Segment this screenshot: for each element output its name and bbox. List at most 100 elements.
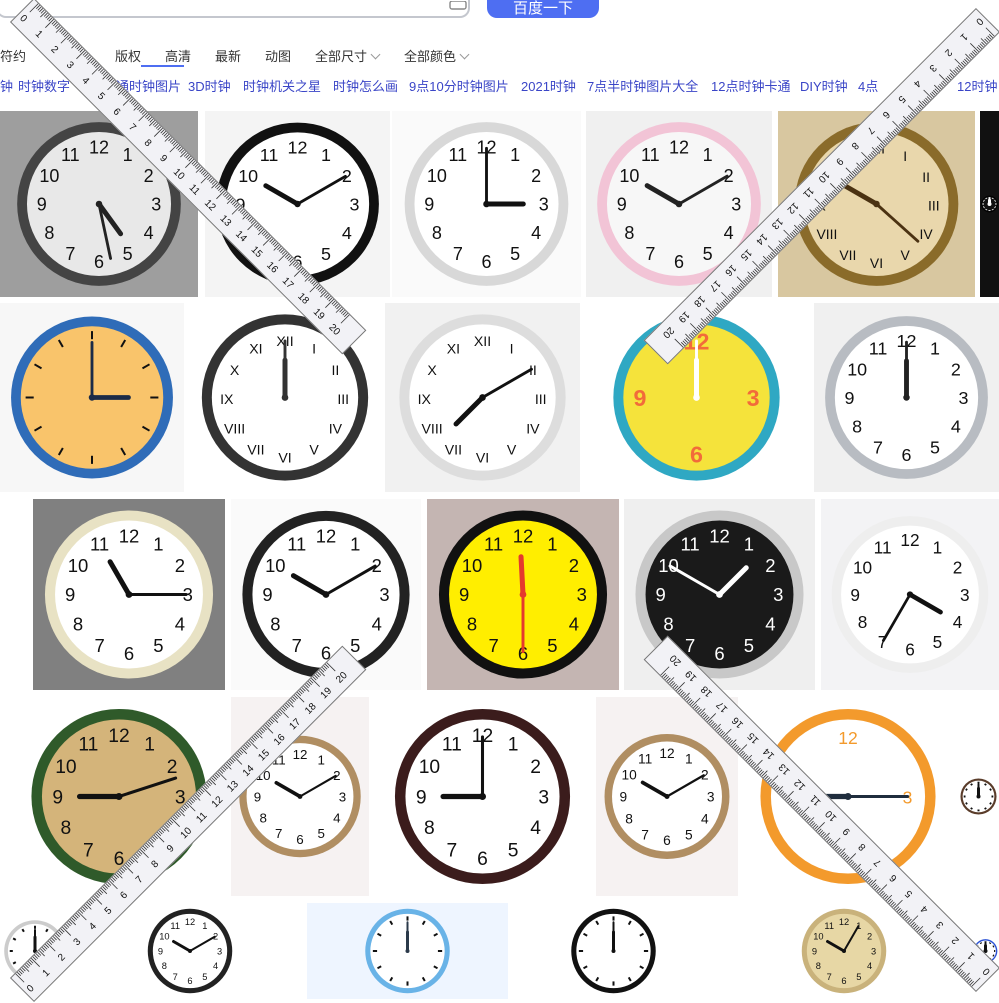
ruler-tick (189, 158, 193, 162)
related-tag[interactable]: 2021时钟 (521, 76, 576, 95)
ruler-tick (795, 229, 799, 233)
related-tag[interactable]: 12时钟 (957, 76, 997, 95)
ruler-tick (118, 89, 124, 95)
ruler-tick (933, 90, 937, 94)
related-tag[interactable]: 钟 (0, 76, 13, 95)
image-result-clock-yellow-red-hands[interactable]: 121234567891011 (427, 499, 619, 690)
clock-numeral: 10 (159, 932, 169, 942)
image-result-clock-alarm-cream[interactable]: 121234567891011 (33, 499, 225, 690)
ruler-tick-label: 13 (777, 761, 793, 777)
ruler-tick (259, 228, 263, 232)
related-tag[interactable]: 9点10分时钟图片 (409, 76, 509, 95)
image-result-clock-blue-orange-icon[interactable] (0, 303, 184, 492)
ruler-tick (809, 215, 813, 219)
ruler-tick (116, 85, 120, 89)
related-tag[interactable]: DIY时钟 (800, 76, 848, 95)
ruler-tick (840, 848, 846, 854)
filter-animated[interactable]: 动图 (265, 46, 291, 65)
ruler-tick (903, 116, 909, 122)
image-result-clock-silver-rim[interactable]: 121234567891011 (814, 303, 999, 492)
image-result-clock-orange-rim[interactable]: 123 (743, 697, 953, 896)
image-result-clock-brown-row[interactable] (958, 697, 999, 896)
ruler-tick-label: 18 (295, 291, 311, 307)
clock-numeral: 5 (933, 632, 943, 652)
image-result-clock-partial-black[interactable] (980, 111, 999, 297)
ruler-tick (325, 664, 329, 668)
ruler-tick (251, 739, 255, 743)
ruler-tick (743, 280, 747, 284)
ruler-tick-label: 9 (841, 825, 853, 837)
ruler-tick (129, 860, 133, 864)
ruler-tick (212, 778, 216, 782)
clock-numeral: IX (220, 391, 234, 407)
image-result-clock-dark-red-rim[interactable]: 121234567891011 (373, 697, 592, 896)
ruler-tick (854, 170, 858, 174)
ruler-tick-label: 5 (903, 887, 915, 899)
ruler-tick (71, 43, 77, 49)
ruler-tick (165, 134, 169, 138)
ruler-tick (99, 67, 103, 71)
ruler-tick (671, 683, 675, 687)
ruler-tick (813, 210, 817, 214)
ruler-tick (762, 771, 768, 777)
ruler-tick (822, 833, 826, 837)
ruler-tick (176, 814, 180, 818)
search-input[interactable] (0, 0, 470, 18)
ruler-tick (735, 746, 739, 750)
ruler-tick (856, 163, 862, 169)
related-tag[interactable]: 时钟机关之星 (243, 76, 321, 95)
ruler-tick (216, 773, 220, 777)
clock-numeral: XI (447, 341, 460, 357)
ruler-tick (846, 177, 850, 181)
clock-numeral: XII (474, 333, 491, 349)
image-result-clock-white-3oclock[interactable]: 121234567891011 (392, 111, 581, 297)
filter-copyright[interactable]: 版权 (115, 46, 141, 65)
ruler-tick (773, 784, 777, 788)
ruler-tick (930, 93, 934, 97)
ruler-tick (826, 198, 830, 202)
ruler-tick (871, 880, 877, 886)
ruler-tick (120, 870, 124, 874)
ruler-tick-label: 12 (784, 200, 800, 216)
clock-numeral: 7 (292, 635, 302, 656)
ruler-tick (871, 153, 875, 157)
image-result-clock-light-blue[interactable] (307, 903, 508, 999)
ruler-tick (813, 824, 817, 828)
related-tag[interactable]: 7点半时钟图片大全 (587, 76, 698, 95)
ruler-tick (271, 240, 275, 244)
ruler-tick (289, 260, 295, 266)
ruler-tick-label: 15 (256, 747, 272, 763)
ruler-tick (910, 114, 914, 118)
filter-latest[interactable]: 最新 (215, 46, 241, 65)
related-tag[interactable]: 时钟数字 (18, 76, 70, 95)
ruler-tick (126, 863, 130, 867)
ruler-tick (268, 722, 272, 726)
camera-icon[interactable] (448, 0, 468, 8)
related-tag[interactable]: 12点时钟卡通 (711, 76, 790, 95)
ruler-tick (147, 116, 151, 120)
clock-numeral: 1 (930, 339, 940, 359)
filter-truncated[interactable]: 符约 (0, 46, 26, 65)
search-button[interactable]: 百度一下 (487, 0, 599, 18)
related-tag[interactable]: 4点 (858, 76, 878, 95)
ruler-tick (751, 272, 755, 276)
filter-all-colors[interactable]: 全部颜色 (404, 46, 468, 65)
ruler-tick (787, 237, 791, 241)
clock-center (988, 202, 992, 206)
image-result-clock-white-roman-black[interactable]: XIIIIIIIIIVVVIVIIVIIIIXXXI (385, 303, 580, 492)
clock-numeral: 4 (724, 223, 734, 243)
image-result-clock-white-minimal[interactable]: 121234567891011 (821, 499, 999, 690)
ruler-tick (238, 751, 242, 755)
ruler-tick-label: 10 (171, 167, 187, 183)
clock-numeral: 6 (124, 643, 134, 664)
ruler-tick (265, 234, 269, 238)
filter-hd[interactable]: 高清 (165, 46, 191, 65)
ruler-tick (728, 739, 732, 743)
related-tag[interactable]: 3D时钟 (188, 76, 231, 95)
clock-numeral: 12 (185, 917, 195, 927)
image-result-clock-black-minimal[interactable] (513, 903, 714, 999)
filter-all-sizes[interactable]: 全部尺寸 (315, 46, 379, 65)
related-tag[interactable]: 时钟怎么画 (333, 76, 398, 95)
ruler-tick (743, 754, 747, 758)
ruler-tick (305, 276, 311, 282)
